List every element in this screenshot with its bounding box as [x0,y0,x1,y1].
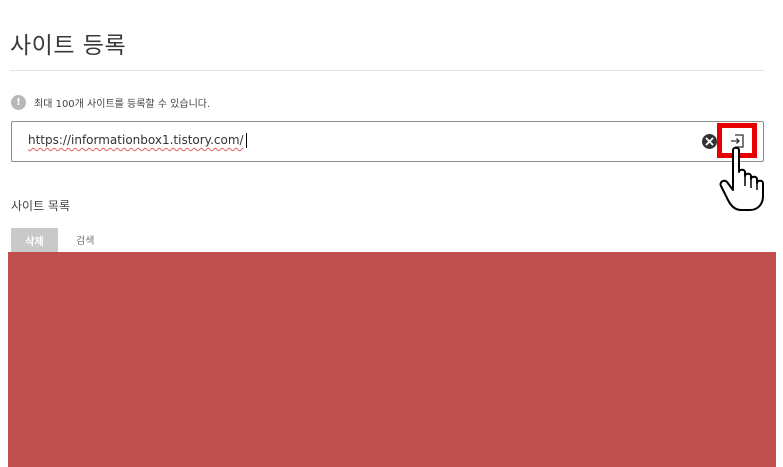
text-caret [245,133,247,148]
search-tab[interactable]: 검색 [76,232,94,247]
url-input-box[interactable]: https://informationbox1.tistory.com/ [11,121,764,162]
info-icon: ! [11,95,26,110]
delete-button[interactable]: 삭제 [11,228,58,253]
notice: ! 최대 100개 사이트를 등록할 수 있습니다. [11,95,210,110]
redacted-site-list [8,252,776,467]
page-title: 사이트 등록 [10,33,127,59]
clear-icon[interactable] [702,134,717,149]
url-input-value: https://informationbox1.tistory.com/ [28,133,244,147]
site-list-title: 사이트 목록 [11,199,71,213]
notice-text: 최대 100개 사이트를 등록할 수 있습니다. [34,99,211,110]
hand-pointer-icon [719,146,764,211]
title-divider [10,70,764,71]
url-input[interactable]: https://informationbox1.tistory.com/ [28,133,247,148]
